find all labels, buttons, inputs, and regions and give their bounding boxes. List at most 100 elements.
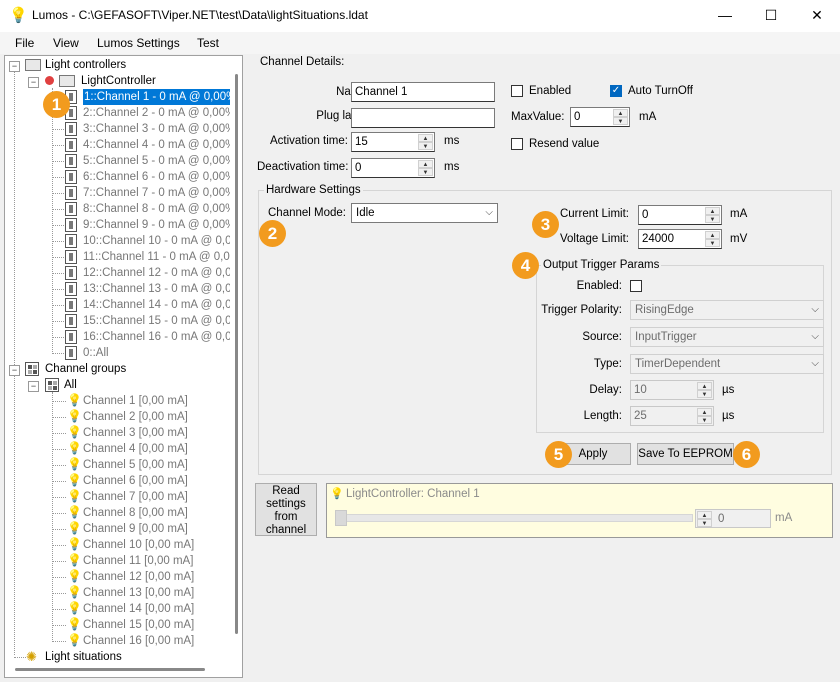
tree-node-group-channel[interactable]: Channel 12 [0,00 mA] (83, 569, 194, 585)
expand-toggle-icon[interactable]: − (28, 77, 39, 88)
minimize-button[interactable]: — (702, 0, 748, 32)
trigger-length-spinner[interactable]: ▲ ▼ (697, 408, 712, 424)
tree-vertical-scrollbar[interactable] (230, 56, 242, 677)
preview-value-input[interactable]: 0 ▲ ▼ (695, 509, 771, 528)
tree-node-channel[interactable]: 2::Channel 2 - 0 mA @ 0,00% (83, 105, 235, 121)
trigger-polarity-select[interactable]: RisingEdge ⌵ (630, 300, 824, 320)
tree-node-channel[interactable]: 9::Channel 9 - 0 mA @ 0,00% (83, 217, 235, 233)
auto-turnoff-label: Auto TurnOff (628, 85, 693, 97)
maximize-button[interactable]: ☐ (748, 0, 794, 32)
tree-node-group-channel[interactable]: Channel 1 [0,00 mA] (83, 393, 188, 409)
spin-down-icon[interactable]: ▼ (705, 239, 720, 247)
tree-node-channel[interactable]: 4::Channel 4 - 0 mA @ 0,00% (83, 137, 235, 153)
close-button[interactable]: ✕ (794, 0, 840, 32)
tree-horizontal-scroll-thumb[interactable] (15, 668, 205, 671)
spin-down-icon[interactable]: ▼ (613, 117, 628, 125)
tree-node-group-channel[interactable]: Channel 8 [0,00 mA] (83, 505, 188, 521)
tree-node-channel[interactable]: 0::All (83, 345, 109, 361)
current-limit-input[interactable]: 0 ▲ ▼ (638, 205, 722, 225)
channel-mode-select[interactable]: Idle ⌵ (351, 203, 498, 223)
trigger-source-select[interactable]: InputTrigger ⌵ (630, 327, 824, 347)
tree-node-channel[interactable]: 7::Channel 7 - 0 mA @ 0,00% (83, 185, 235, 201)
tree-node-light-situations[interactable]: Light situations (45, 649, 122, 665)
preview-slider-track[interactable] (335, 514, 693, 522)
tree-node-channel[interactable]: 1::Channel 1 - 0 mA @ 0,00% (83, 89, 238, 105)
spin-up-icon[interactable]: ▲ (705, 207, 720, 215)
spin-up-icon[interactable]: ▲ (613, 109, 628, 117)
tree-node-channel-groups[interactable]: Channel groups (45, 361, 126, 377)
save-to-eeprom-button[interactable]: Save To EEPROM (637, 443, 734, 465)
trigger-delay-spinner[interactable]: ▲ ▼ (697, 382, 712, 398)
tree-node-group-channel[interactable]: Channel 7 [0,00 mA] (83, 489, 188, 505)
spin-down-icon[interactable]: ▼ (705, 215, 720, 223)
spin-up-icon[interactable]: ▲ (697, 382, 712, 390)
tree-node-channel[interactable]: 3::Channel 3 - 0 mA @ 0,00% (83, 121, 235, 137)
tree-node-group-channel[interactable]: Channel 16 [0,00 mA] (83, 633, 194, 649)
tree-node-channel[interactable]: 15::Channel 15 - 0 mA @ 0,00' (83, 313, 240, 329)
tree-node-channel[interactable]: 12::Channel 12 - 0 mA @ 0,00' (83, 265, 240, 281)
tree-node-group-channel[interactable]: Channel 10 [0,00 mA] (83, 537, 194, 553)
spin-down-icon[interactable]: ▼ (418, 142, 433, 150)
menu-view[interactable]: View (53, 36, 79, 50)
spin-up-icon[interactable]: ▲ (697, 408, 712, 416)
tree-node-group-channel[interactable]: Channel 5 [0,00 mA] (83, 457, 188, 473)
expand-toggle-icon[interactable]: − (28, 381, 39, 392)
voltage-limit-input[interactable]: 24000 ▲ ▼ (638, 229, 722, 249)
spin-down-icon[interactable]: ▼ (697, 390, 712, 398)
spin-down-icon[interactable]: ▼ (418, 168, 433, 176)
maxvalue-label: MaxValue: (511, 111, 565, 123)
preview-spinner[interactable]: ▲ ▼ (697, 511, 712, 527)
deactivation-time-input[interactable]: 0 ▲ ▼ (351, 158, 435, 178)
spin-up-icon[interactable]: ▲ (697, 511, 712, 519)
trigger-length-input[interactable]: 25 ▲ ▼ (630, 406, 714, 426)
menu-test[interactable]: Test (197, 36, 219, 50)
voltage-limit-spinner[interactable]: ▲ ▼ (705, 231, 720, 247)
tree-node-channel[interactable]: 6::Channel 6 - 0 mA @ 0,00% (83, 169, 235, 185)
deactivation-time-spinner[interactable]: ▲ ▼ (418, 160, 433, 176)
spin-up-icon[interactable]: ▲ (705, 231, 720, 239)
trigger-delay-input[interactable]: 10 ▲ ▼ (630, 380, 714, 400)
current-limit-spinner[interactable]: ▲ ▼ (705, 207, 720, 223)
tree-node-channel[interactable]: 5::Channel 5 - 0 mA @ 0,00% (83, 153, 235, 169)
tree-node-group-all[interactable]: All (64, 377, 77, 393)
tree-node-group-channel[interactable]: Channel 11 [0,00 mA] (83, 553, 193, 569)
spin-down-icon[interactable]: ▼ (697, 416, 712, 424)
tree-node-channel[interactable]: 8::Channel 8 - 0 mA @ 0,00% (83, 201, 235, 217)
activation-time-input[interactable]: 15 ▲ ▼ (351, 132, 435, 152)
tree-node-group-channel[interactable]: Channel 15 [0,00 mA] (83, 617, 194, 633)
tree-node-channel[interactable]: 16::Channel 16 - 0 mA @ 0,00' (83, 329, 240, 345)
read-settings-button[interactable]: Read settings from channel (255, 483, 317, 536)
tree-node-channel[interactable]: 11::Channel 11 - 0 mA @ 0,00' (83, 249, 238, 265)
preview-slider-thumb[interactable] (335, 510, 347, 526)
name-input[interactable]: Channel 1 (351, 82, 495, 102)
tree-node-group-channel[interactable]: Channel 4 [0,00 mA] (83, 441, 188, 457)
maxvalue-input[interactable]: 0 ▲ ▼ (570, 107, 630, 127)
tree-node-group-channel[interactable]: Channel 9 [0,00 mA] (83, 521, 188, 537)
tree-node-group-channel[interactable]: Channel 14 [0,00 mA] (83, 601, 194, 617)
tree-node-channel[interactable]: 10::Channel 10 - 0 mA @ 0,00' (83, 233, 240, 249)
trigger-type-select[interactable]: TimerDependent ⌵ (630, 354, 824, 374)
spin-up-icon[interactable]: ▲ (418, 160, 433, 168)
tree-node-lightcontroller[interactable]: LightController (81, 73, 156, 89)
spin-down-icon[interactable]: ▼ (697, 519, 712, 527)
channel-icon (65, 250, 77, 264)
tree-node-group-channel[interactable]: Channel 2 [0,00 mA] (83, 409, 188, 425)
device-tree[interactable]: − Light controllers − LightController 1::Cha… (4, 55, 243, 678)
enabled-checkbox[interactable] (511, 85, 523, 97)
tree-node-group-channel[interactable]: Channel 3 [0,00 mA] (83, 425, 188, 441)
spin-up-icon[interactable]: ▲ (418, 134, 433, 142)
menu-file[interactable]: File (15, 36, 34, 50)
tree-node-light-controllers[interactable]: Light controllers (45, 57, 126, 73)
tree-node-channel[interactable]: 13::Channel 13 - 0 mA @ 0,00' (83, 281, 240, 297)
tree-node-group-channel[interactable]: Channel 13 [0,00 mA] (83, 585, 194, 601)
tree-node-group-channel[interactable]: Channel 6 [0,00 mA] (83, 473, 188, 489)
maxvalue-spinner[interactable]: ▲ ▼ (613, 109, 628, 125)
plug-label-input[interactable] (351, 108, 495, 128)
tree-node-channel[interactable]: 14::Channel 14 - 0 mA @ 0,00' (83, 297, 240, 313)
tree-vertical-scroll-thumb[interactable] (235, 74, 238, 634)
activation-time-spinner[interactable]: ▲ ▼ (418, 134, 433, 150)
auto-turnoff-checkbox[interactable]: ✓ (610, 85, 622, 97)
menu-lumos-settings[interactable]: Lumos Settings (97, 36, 180, 50)
trigger-enabled-checkbox[interactable] (630, 280, 642, 292)
resend-value-checkbox[interactable] (511, 138, 523, 150)
